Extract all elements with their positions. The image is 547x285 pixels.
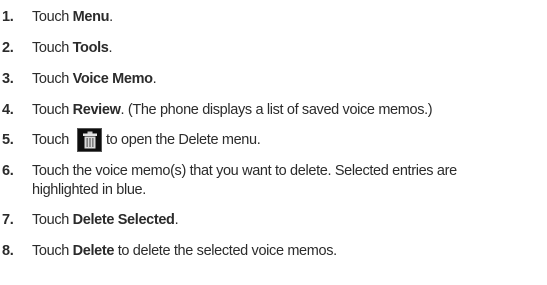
step-number: 2. (2, 40, 14, 56)
step-text: Touch to open the Delete menu. (32, 127, 540, 152)
step-text: Touch Delete Selected. (32, 212, 179, 228)
step-number: 1. (2, 9, 14, 25)
step-number: 8. (2, 243, 14, 259)
delete-trash-icon (76, 127, 102, 152)
step-number: 5. (2, 132, 14, 148)
review-label: Review (72, 102, 121, 118)
delete-selected-label: Delete Selected (72, 212, 175, 228)
step-number: 4. (2, 102, 14, 118)
tools-label: Tools (72, 40, 109, 56)
step-number: 7. (2, 212, 14, 228)
step-text: Touch Review. (The phone displays a list… (32, 102, 433, 118)
delete-label: Delete (72, 243, 115, 259)
step-text: Touch the voice memo(s) that you want to… (32, 163, 457, 198)
step-text: Touch Menu. (32, 9, 113, 25)
voice-memo-label: Voice Memo (72, 71, 153, 87)
step-number: 6. (2, 163, 14, 179)
step-text: Touch Voice Memo. (32, 71, 157, 87)
step-text: Touch Tools. (32, 40, 113, 56)
trash-can-glyph (82, 131, 97, 149)
step-number: 3. (2, 71, 14, 87)
step-text: Touch Delete to delete the selected voic… (32, 243, 337, 259)
menu-label: Menu (72, 9, 110, 25)
